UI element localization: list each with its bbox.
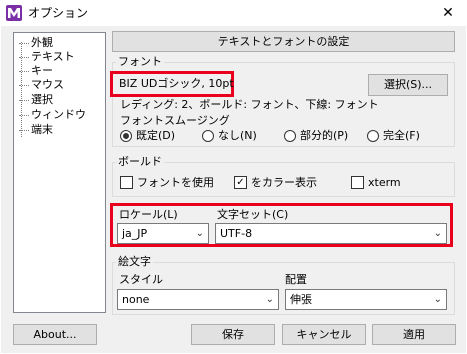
- emoji-style-select[interactable]: none ⌄: [117, 289, 279, 310]
- chevron-down-icon: ⌄: [265, 294, 274, 305]
- about-button-label: About...: [33, 328, 77, 341]
- save-button[interactable]: 保存: [191, 324, 275, 345]
- category-tree[interactable]: 外観 テキスト キー マウス 選択 ウィンドウ 端末: [13, 32, 106, 313]
- smoothing-default-label[interactable]: 既定(D): [136, 129, 175, 143]
- charset-select[interactable]: UTF-8 ⌄: [215, 223, 447, 244]
- smoothing-label: フォントスムージング: [120, 114, 230, 127]
- tree-item-mouse[interactable]: マウス: [19, 77, 64, 92]
- title-bar: オプション ✕: [0, 0, 467, 26]
- smoothing-full-label[interactable]: 完全(F): [383, 129, 420, 143]
- tree-item-label: 外観: [31, 36, 53, 49]
- charset-label: 文字セット(C): [217, 208, 289, 221]
- locale-select[interactable]: ja_JP ⌄: [117, 223, 209, 244]
- smoothing-none-radio[interactable]: [202, 130, 214, 142]
- save-button-label: 保存: [222, 328, 244, 341]
- tree-item-label: テキスト: [31, 50, 75, 63]
- panel-header-label: テキストとフォントの設定: [217, 35, 350, 48]
- rendering-info: レディング: 2、ボールド: フォント、下線: フォント: [120, 98, 379, 111]
- apply-button[interactable]: 適用: [372, 324, 456, 345]
- tree-item-label: 端末: [31, 123, 53, 136]
- about-button[interactable]: About...: [13, 324, 97, 345]
- use-font-checkbox[interactable]: [120, 176, 133, 189]
- mintty-app-icon: [6, 5, 22, 21]
- select-font-button-label: 選択(S)...: [383, 78, 433, 91]
- tree-item-label: キー: [31, 64, 53, 77]
- cancel-button-label: キャンセル: [296, 328, 352, 341]
- select-font-button[interactable]: 選択(S)...: [368, 74, 448, 96]
- font-group-label: フォント: [116, 55, 164, 69]
- use-font-label[interactable]: フォントを使用: [137, 176, 214, 190]
- chevron-down-icon: ⌄: [195, 228, 204, 239]
- bold-group-label: ボールド: [116, 155, 164, 169]
- tree-item-appearance[interactable]: 外観: [19, 35, 53, 50]
- xterm-checkbox[interactable]: [351, 176, 364, 189]
- chevron-down-icon: ⌄: [433, 228, 442, 239]
- color-display-label[interactable]: をカラー表示: [251, 176, 317, 190]
- smoothing-none-label[interactable]: なし(N): [218, 129, 257, 143]
- checkmark-icon: ✓: [236, 177, 245, 188]
- smoothing-default-radio[interactable]: [120, 130, 132, 142]
- tree-item-terminal[interactable]: 端末: [19, 122, 53, 137]
- tree-item-text[interactable]: テキスト: [19, 49, 75, 64]
- apply-button-label: 適用: [403, 328, 425, 341]
- tree-item-label: マウス: [31, 78, 64, 91]
- style-label: スタイル: [119, 273, 163, 286]
- current-font-value: BIZ UDゴシック, 10pt: [119, 77, 234, 90]
- xterm-label[interactable]: xterm: [368, 176, 401, 190]
- locale-select-value: ja_JP: [122, 227, 148, 240]
- color-display-checkbox[interactable]: ✓: [234, 176, 247, 189]
- charset-select-value: UTF-8: [220, 227, 253, 240]
- smoothing-partial-label[interactable]: 部分的(P): [300, 129, 348, 143]
- smoothing-partial-radio[interactable]: [284, 130, 296, 142]
- tree-item-label: ウィンドウ: [31, 108, 86, 121]
- close-icon[interactable]: ✕: [436, 2, 460, 24]
- tree-item-window[interactable]: ウィンドウ: [19, 107, 86, 122]
- emoji-placement-select[interactable]: 伸張 ⌄: [285, 289, 447, 310]
- window-title: オプション: [28, 6, 89, 20]
- placement-label: 配置: [285, 273, 307, 286]
- smoothing-full-radio[interactable]: [367, 130, 379, 142]
- panel-header: テキストとフォントの設定: [112, 31, 455, 52]
- locale-label: ロケール(L): [119, 208, 178, 221]
- emoji-group-label: 絵文字: [116, 255, 153, 269]
- cancel-button[interactable]: キャンセル: [282, 324, 366, 345]
- emoji-style-value: none: [122, 293, 150, 306]
- tree-item-keys[interactable]: キー: [19, 63, 53, 78]
- tree-item-selection[interactable]: 選択: [19, 92, 53, 107]
- tree-item-label: 選択: [31, 93, 53, 106]
- chevron-down-icon: ⌄: [433, 294, 442, 305]
- emoji-placement-value: 伸張: [290, 293, 312, 306]
